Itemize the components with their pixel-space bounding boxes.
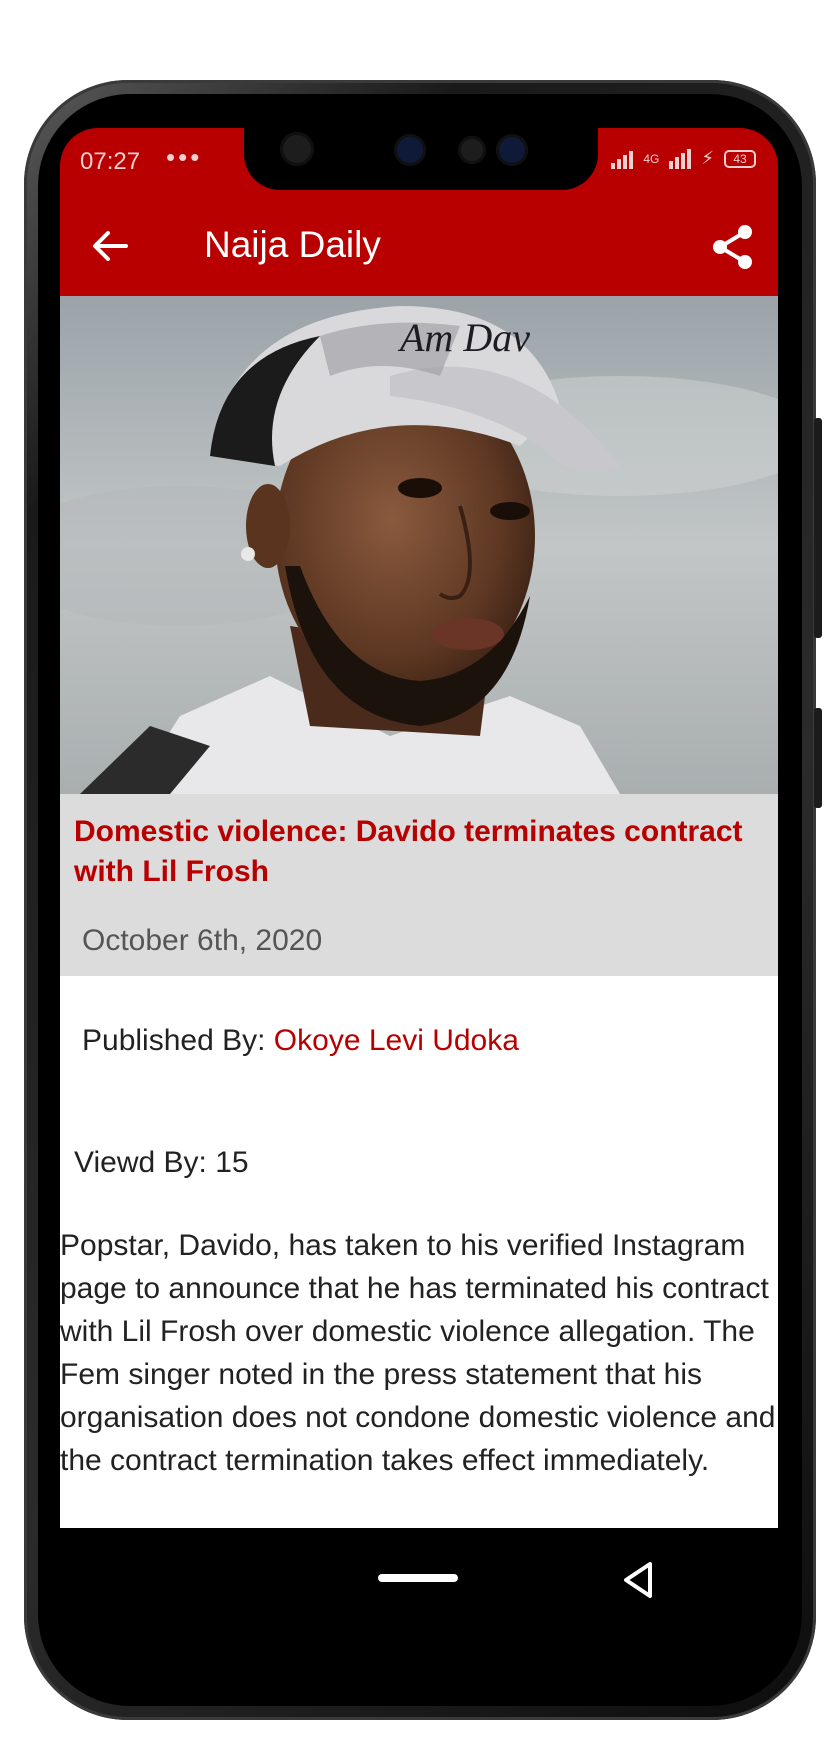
cap-lettering: Am Dav — [397, 315, 530, 360]
sensor-icon — [458, 136, 486, 164]
share-icon — [713, 225, 752, 269]
signal-2-icon — [669, 148, 692, 169]
article-header: Domestic violence: Davido terminates con… — [60, 794, 778, 976]
battery-icon: 43 — [724, 149, 756, 168]
status-dots: ••• — [166, 142, 203, 172]
charging-icon: ⚡ — [701, 148, 714, 168]
triangle-back-icon — [624, 1562, 652, 1598]
camera-icon — [280, 132, 314, 166]
article-content: Am Dav Domestic violence: Davido termina… — [60, 296, 778, 1528]
view-count: 15 — [215, 1146, 249, 1179]
app-title: Naija Daily — [204, 224, 381, 265]
portrait-illustration: Am Dav — [60, 296, 778, 794]
arrow-left-icon — [93, 231, 128, 261]
article-date: October 6th, 2020 — [82, 924, 323, 957]
status-icons: 4G ⚡ 43 — [611, 148, 756, 169]
views-line: Viewd By: 15 — [74, 1146, 249, 1180]
camera-icon — [394, 134, 426, 166]
publisher-line: Published By: Okoye Levi Udoka — [82, 1024, 519, 1058]
system-nav-bar — [60, 1528, 778, 1658]
article-body: Popstar, Davido, has taken to his verifi… — [60, 1229, 776, 1477]
viewed-by-label: Viewd By: — [74, 1146, 207, 1179]
app-bar: Naija Daily — [60, 198, 778, 296]
home-pill-icon[interactable] — [378, 1574, 458, 1582]
power-button — [814, 708, 822, 808]
camera-notch — [244, 128, 598, 190]
share-button[interactable] — [708, 222, 758, 272]
published-by-label: Published By: — [82, 1024, 266, 1057]
volume-button — [814, 418, 822, 638]
status-time: 07:27 — [80, 148, 141, 175]
nav-back-button[interactable] — [616, 1558, 660, 1602]
back-button[interactable] — [86, 222, 134, 270]
camera-icon — [496, 134, 528, 166]
article-title: Domestic violence: Davido terminates con… — [74, 815, 743, 888]
author-link[interactable]: Okoye Levi Udoka — [274, 1024, 519, 1057]
signal-icon — [611, 149, 634, 169]
network-type: 4G — [643, 151, 660, 166]
article-hero-image: Am Dav — [60, 296, 778, 794]
phone-screen: 07:27 ••• 4G ⚡ 43 Naija Daily Am Dav Dom… — [60, 128, 778, 1658]
